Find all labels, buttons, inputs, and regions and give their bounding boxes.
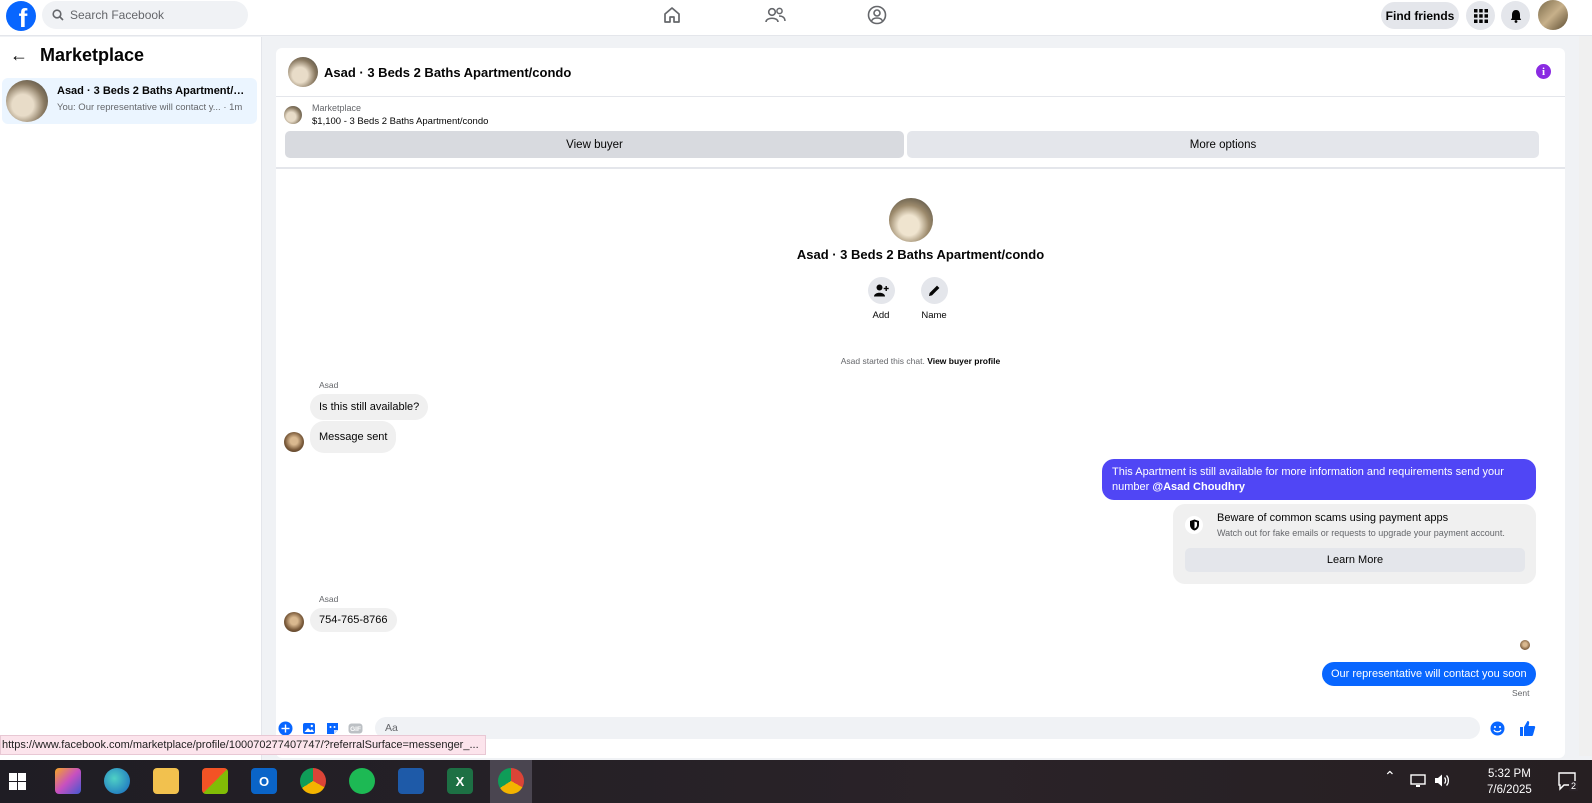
read-receipt-avatar	[1520, 640, 1530, 650]
search-icon	[52, 9, 64, 21]
plus-circle-icon[interactable]	[278, 721, 293, 736]
home-icon[interactable]	[661, 4, 683, 26]
conversation-title-center: Asad · 3 Beds 2 Baths Apartment/condo	[796, 247, 1045, 262]
conversation-avatar	[889, 198, 933, 242]
grid-menu-icon	[1473, 8, 1488, 23]
svg-text:GIF: GIF	[350, 726, 361, 733]
page-scrollbar[interactable]	[1579, 36, 1592, 756]
scam-warning-card: Beware of common scams using payment app…	[1173, 504, 1536, 584]
search-placeholder: Search Facebook	[70, 8, 165, 22]
clock-date: 7/6/2025	[1487, 784, 1532, 796]
volume-icon[interactable]	[1434, 773, 1450, 788]
incoming-message[interactable]: Is this still available?	[310, 394, 429, 420]
add-action[interactable]: Add	[861, 277, 901, 321]
mention[interactable]: @Asad Choudhry	[1152, 481, 1245, 493]
add-label: Add	[872, 310, 890, 321]
scam-warning-title: Beware of common scams using payment app…	[1217, 512, 1449, 524]
microsoft-store-icon[interactable]	[202, 768, 228, 794]
photo-icon[interactable]	[302, 721, 317, 736]
bell-icon	[1510, 9, 1521, 23]
message-input[interactable]: Aa	[375, 717, 1480, 739]
info-icon[interactable]: i	[1536, 64, 1551, 79]
listing-price-title[interactable]: $1,100 - 3 Beds 2 Baths Apartment/condo	[312, 116, 488, 127]
started-text: Asad started this chat.	[840, 356, 925, 366]
link-status-url: https://www.facebook.com/marketplace/pro…	[0, 735, 486, 755]
chat-header-title[interactable]: Asad · 3 Beds 2 Baths Apartment/condo	[324, 65, 571, 80]
chat-panel: Asad · 3 Beds 2 Baths Apartment/condo i …	[276, 48, 1565, 758]
copilot-icon[interactable]	[55, 768, 81, 794]
incoming-message[interactable]: 754-765-8766	[310, 608, 397, 632]
profile-icon[interactable]	[866, 4, 888, 26]
sender-name: Asad	[319, 594, 339, 604]
chat-started-notice: Asad started this chat. View buyer profi…	[276, 356, 1565, 366]
conversation-title: Asad · 3 Beds 2 Baths Apartment/c...	[57, 85, 247, 97]
clock-time: 5:32 PM	[1487, 768, 1531, 780]
menu-button[interactable]	[1466, 1, 1495, 30]
learn-more-button[interactable]: Learn More	[1185, 548, 1525, 572]
notification-center[interactable]: 2	[1556, 770, 1579, 792]
notifications-button[interactable]	[1501, 1, 1530, 30]
name-action[interactable]: Name	[914, 277, 954, 321]
like-thumbs-up-icon[interactable]	[1519, 720, 1536, 737]
chat-header-thumbnail[interactable]	[288, 57, 318, 87]
conversation-preview: You: Our representative will contact y..…	[57, 102, 243, 113]
remote-desktop-icon[interactable]	[398, 768, 424, 794]
sidebar-header: ← Marketplace	[10, 45, 144, 66]
conversation-list-item[interactable]: Asad · 3 Beds 2 Baths Apartment/c... You…	[2, 78, 257, 124]
windows-start-icon[interactable]	[9, 773, 26, 790]
file-explorer-icon[interactable]	[153, 768, 179, 794]
view-buyer-profile-link[interactable]: View buyer profile	[927, 356, 1000, 366]
sticker-icon[interactable]	[325, 721, 340, 736]
chevron-up-icon[interactable]: ⌃	[1384, 768, 1396, 785]
edge-browser-icon[interactable]	[104, 768, 130, 794]
sender-name: Asad	[319, 380, 339, 390]
more-options-button[interactable]: More options	[907, 131, 1539, 158]
outgoing-message[interactable]: This Apartment is still available for mo…	[1102, 459, 1536, 500]
facebook-logo[interactable]: f	[6, 1, 36, 31]
network-icon[interactable]	[1410, 774, 1426, 788]
chat-header: Asad · 3 Beds 2 Baths Apartment/condo i	[276, 48, 1565, 97]
sidebar-title: Marketplace	[40, 45, 145, 65]
outgoing-message[interactable]: Our representative will contact you soon	[1322, 662, 1536, 686]
system-clock[interactable]: 5:32 PM 7/6/2025	[1487, 766, 1532, 798]
gif-icon[interactable]: GIF	[348, 721, 363, 736]
sender-avatar[interactable]	[284, 612, 304, 632]
outlook-icon[interactable]: O	[251, 768, 277, 794]
excel-icon[interactable]: X	[447, 768, 473, 794]
friends-icon[interactable]	[764, 4, 786, 26]
incoming-message[interactable]: Message sent	[310, 421, 397, 453]
add-person-icon	[873, 284, 889, 297]
notification-count: 2	[1569, 781, 1579, 791]
sender-avatar[interactable]	[284, 432, 304, 452]
find-friends-button[interactable]: Find friends	[1381, 2, 1459, 29]
back-arrow-icon[interactable]: ←	[10, 45, 28, 66]
chrome-icon[interactable]	[300, 768, 326, 794]
emoji-icon[interactable]	[1490, 721, 1505, 736]
listing-category: Marketplace	[312, 103, 362, 113]
top-navigation-bar: f Search Facebook Find friends	[0, 0, 1592, 36]
spotify-icon[interactable]	[349, 768, 375, 794]
listing-banner-thumbnail[interactable]	[284, 106, 302, 124]
sent-status: Sent	[1512, 688, 1530, 698]
view-buyer-button[interactable]: View buyer	[285, 131, 904, 158]
pencil-icon	[928, 285, 939, 296]
search-input[interactable]: Search Facebook	[42, 1, 248, 29]
name-label: Name	[921, 310, 947, 321]
chrome-profile-icon[interactable]	[498, 768, 524, 794]
listing-thumbnail	[6, 80, 48, 122]
scam-warning-subtitle: Watch out for fake emails or requests to…	[1217, 528, 1505, 538]
marketplace-sidebar: ← Marketplace Asad · 3 Beds 2 Baths Apar…	[0, 37, 262, 803]
shield-icon	[1185, 516, 1203, 534]
windows-taskbar: O X ⌃ 5:32 PM 7/6/2025 2	[0, 760, 1592, 803]
account-avatar[interactable]	[1538, 0, 1568, 30]
